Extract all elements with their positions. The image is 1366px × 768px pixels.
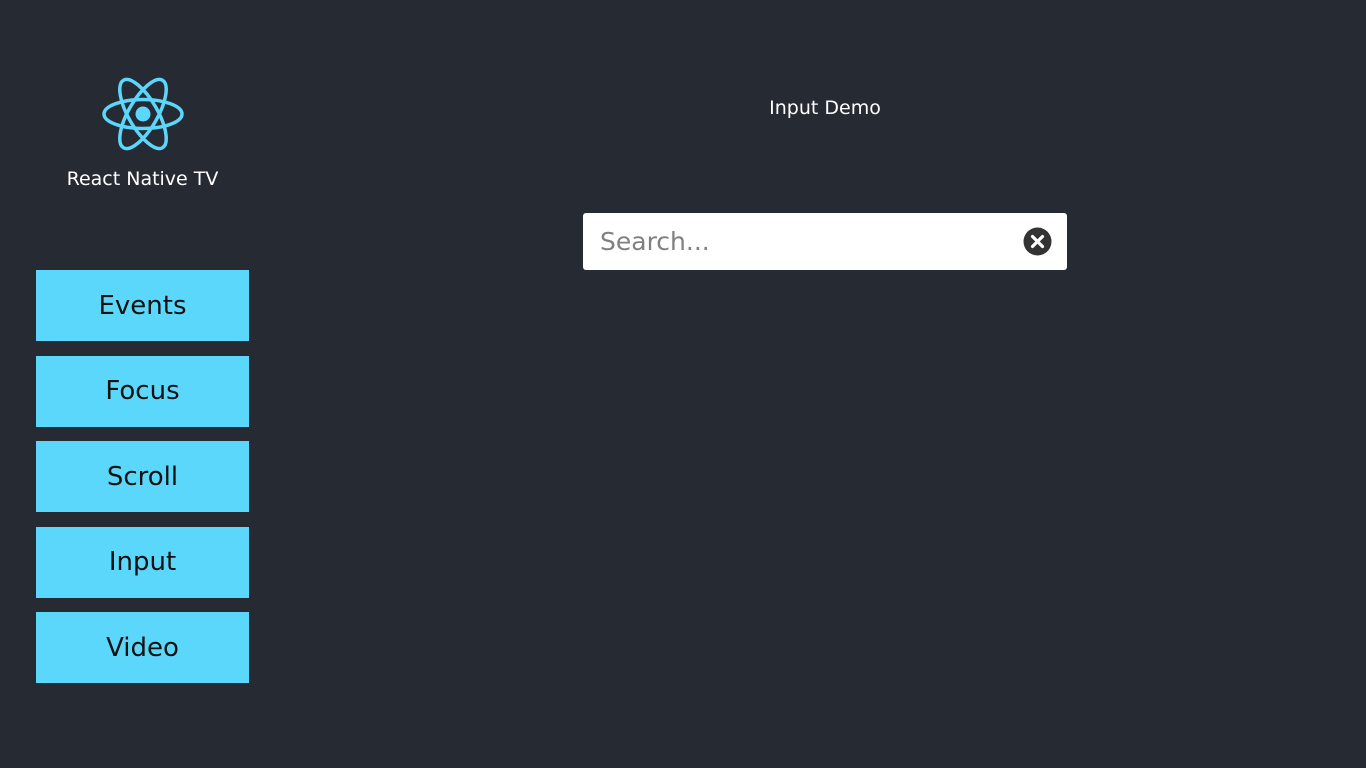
- clear-circle-icon[interactable]: [1023, 227, 1052, 256]
- nav-item-focus[interactable]: Focus: [36, 355, 249, 427]
- search-input[interactable]: [583, 213, 1013, 270]
- search-box: [583, 213, 1067, 270]
- app-title: React Native TV: [66, 168, 219, 190]
- sidebar-nav: Events Focus Scroll Input Video: [36, 270, 249, 698]
- nav-item-video[interactable]: Video: [36, 612, 249, 683]
- nav-item-events[interactable]: Events: [36, 270, 249, 341]
- nav-item-input[interactable]: Input: [36, 526, 249, 598]
- nav-item-scroll[interactable]: Scroll: [36, 441, 249, 512]
- react-logo-icon: [100, 76, 186, 152]
- page-title: Input Demo: [769, 97, 881, 119]
